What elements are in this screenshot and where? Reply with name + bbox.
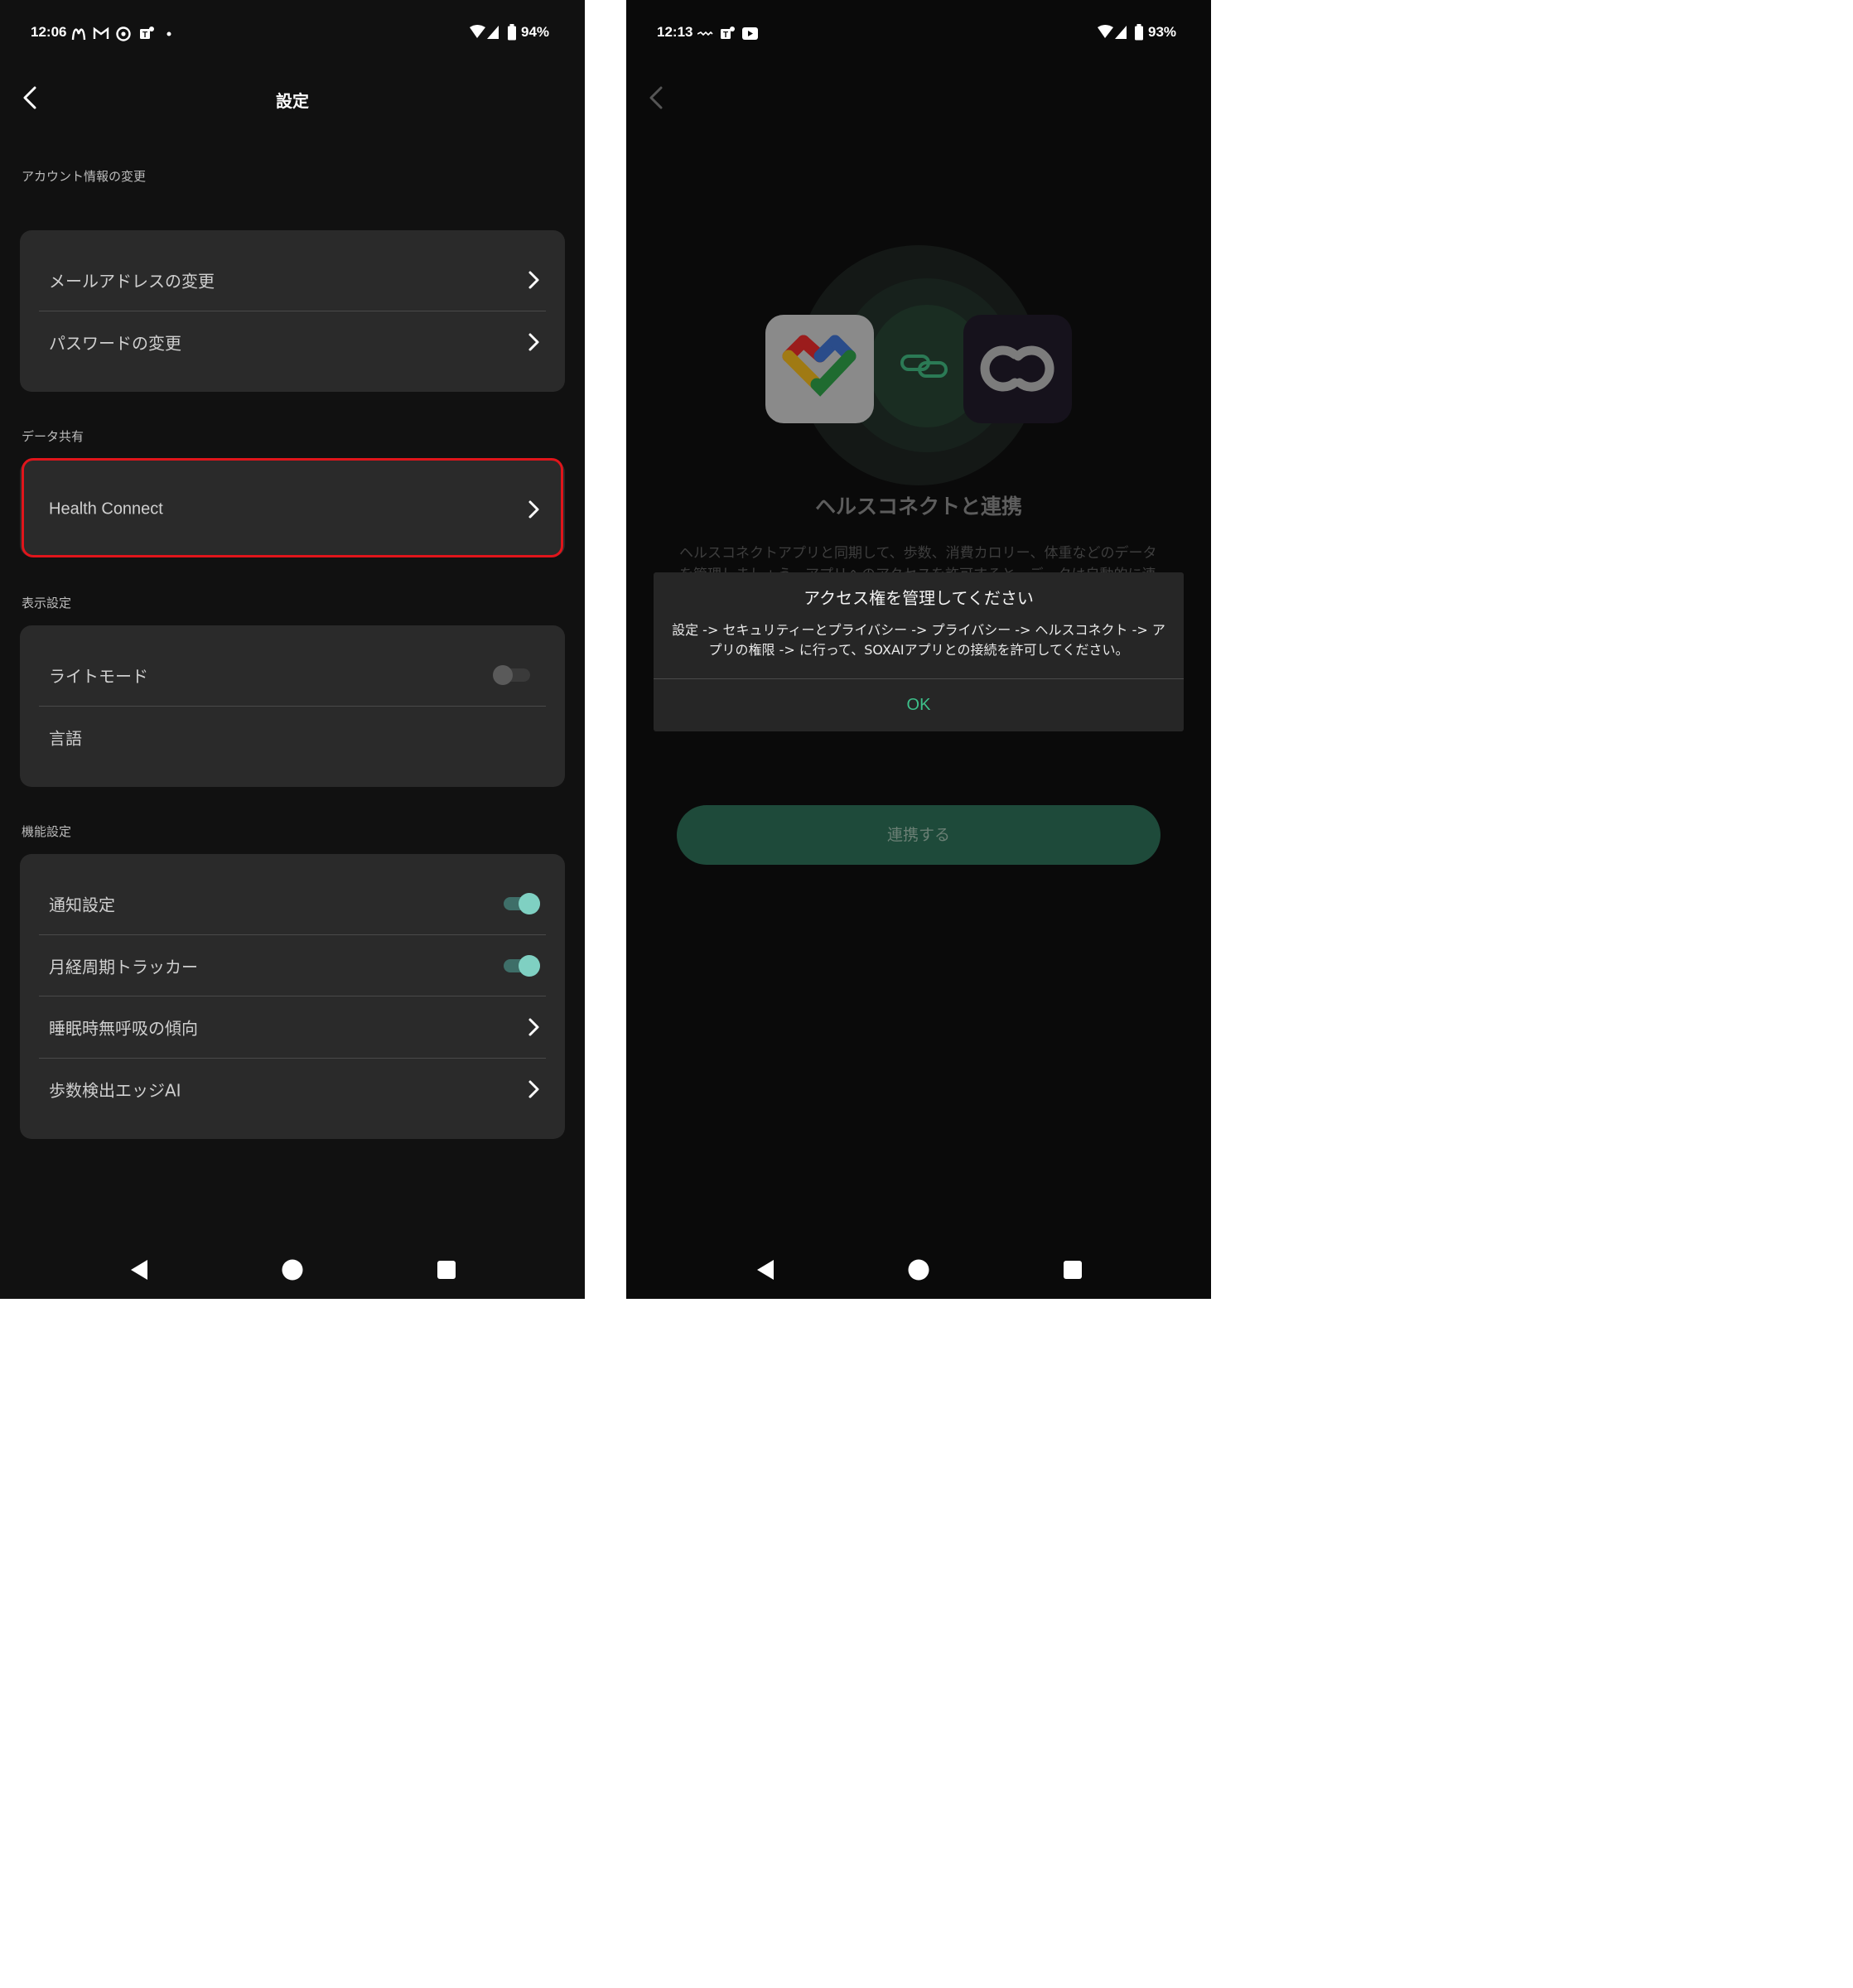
settings-screen: 12:06 T 94% 設定 アカウント情報の変更 メールアドレスの変更 パスワ…	[0, 0, 585, 1299]
language-label: 言語	[49, 728, 82, 749]
change-email-item[interactable]: メールアドレスの変更	[20, 249, 565, 311]
notification-settings-label: 通知設定	[49, 895, 115, 915]
nav-back-icon[interactable]	[128, 1257, 150, 1286]
change-password-label: パスワードの変更	[49, 333, 181, 354]
nav-recents-icon[interactable]	[1063, 1260, 1083, 1283]
status-time: 12:06	[31, 24, 67, 40]
svg-text:T: T	[142, 31, 147, 40]
section-title-display: 表示設定	[22, 596, 72, 610]
health-connect-screen: 12:13 T 93% ヘルスコネクトと連携 ヘルスコネクトアプリと同期して、歩…	[626, 0, 1211, 1299]
dialog-body: 設定 -> セキュリティーとプライバシー -> プライバシー -> ヘルスコネク…	[672, 622, 1165, 658]
svg-text:T: T	[723, 31, 728, 40]
status-time: 12:13	[657, 24, 693, 40]
hero-title: ヘルスコネクトと連携	[814, 495, 1022, 519]
change-password-item[interactable]: パスワードの変更	[20, 311, 565, 373]
sleep-apnea-label: 睡眠時無呼吸の傾向	[49, 1018, 198, 1039]
step-detection-item[interactable]: 歩数検出エッジAI	[20, 1059, 565, 1120]
hero-description: ヘルスコネクトアプリと同期して、歩数、消費カロリー、体重などのデータを管理しまし…	[679, 545, 1157, 572]
health-connect-label: Health Connect	[49, 499, 163, 519]
change-email-label: メールアドレスの変更	[49, 271, 215, 292]
soxai-app-icon	[963, 315, 1072, 423]
nav-home-icon[interactable]	[282, 1259, 303, 1284]
ok-button[interactable]: OK	[654, 679, 1184, 731]
menstrual-tracker-label: 月経周期トラッカー	[49, 957, 198, 977]
notification-icons: T	[697, 24, 764, 42]
page-title: 設定	[276, 91, 309, 111]
battery-icon	[507, 24, 517, 41]
wifi-signal-icon	[1097, 24, 1130, 41]
battery-percent: 93%	[1148, 24, 1177, 40]
google-fit-app-icon	[765, 315, 874, 423]
chevron-right-icon	[528, 333, 539, 351]
sleep-apnea-item[interactable]: 睡眠時無呼吸の傾向	[20, 996, 565, 1058]
wifi-signal-icon	[469, 24, 502, 41]
light-mode-item: ライトモード	[20, 644, 565, 706]
back-arrow-icon[interactable]	[644, 83, 669, 113]
health-connect-item[interactable]: Health Connect	[20, 479, 565, 540]
menstrual-tracker-item: 月経周期トラッカー	[20, 935, 565, 996]
chevron-right-icon	[528, 1080, 539, 1098]
battery-percent: 94%	[521, 24, 550, 40]
nav-recents-icon[interactable]	[437, 1260, 456, 1283]
notification-toggle[interactable]	[502, 893, 542, 914]
chevron-right-icon	[528, 500, 539, 519]
link-icon	[900, 351, 949, 381]
connect-button[interactable]: 連携する	[677, 805, 1161, 865]
chevron-right-icon	[528, 271, 539, 289]
language-item[interactable]: 言語	[20, 707, 565, 768]
section-title-function: 機能設定	[22, 824, 72, 839]
notification-settings-item: 通知設定	[20, 873, 565, 934]
menstrual-toggle[interactable]	[502, 955, 542, 977]
permission-dialog: アクセス権を管理してください 設定 -> セキュリティーとプライバシー -> プ…	[654, 572, 1184, 731]
battery-icon	[1134, 24, 1144, 41]
chevron-right-icon	[528, 1018, 539, 1036]
step-detection-label: 歩数検出エッジAI	[49, 1080, 181, 1101]
notification-icons: T	[71, 24, 179, 42]
light-mode-toggle[interactable]	[492, 664, 532, 686]
section-title-account: アカウント情報の変更	[22, 169, 147, 184]
nav-home-icon[interactable]	[908, 1259, 929, 1284]
light-mode-label: ライトモード	[49, 666, 148, 687]
nav-back-icon[interactable]	[755, 1257, 776, 1286]
dialog-title: アクセス権を管理してください	[803, 588, 1034, 608]
section-title-data: データ共有	[22, 429, 84, 444]
